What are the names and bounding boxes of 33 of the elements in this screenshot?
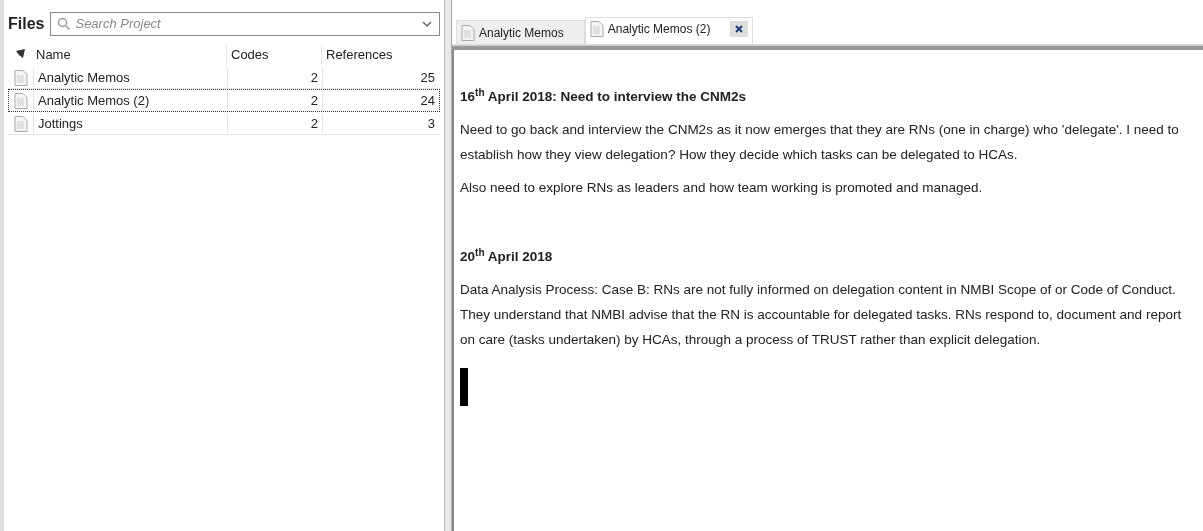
codes-cell: 2 (227, 113, 322, 134)
file-row[interactable]: Analytic Memos 2 25 (8, 66, 440, 89)
memo-paragraph: Need to go back and interview the CNM2s as it now emerges that they are RNs (one in charge) who 'delegate'. I need to establish how they view delegation? How they decide which tasks can be delegated to HCAs. (460, 121, 1180, 164)
references-cell: 25 (322, 67, 439, 88)
panel-title: Files (8, 14, 45, 34)
search-icon (57, 17, 72, 31)
codes-cell: 2 (227, 90, 322, 111)
file-row[interactable]: Analytic Memos (2) 2 24 (8, 89, 440, 112)
document-icon (461, 24, 475, 41)
memo-paragraph: Data Analysis Process: Case B: RNs are not fully informed on delegation content in NMBI Scope of or Code of Conduct. They understand that NMBI advise that the RN is accountable for delegated tasks. RNs respond to, document and report on care (tasks undertaken) by HCAs, through a process of TRUST rather than explicit delegation. (460, 281, 1183, 349)
search-field[interactable]: Search Project (75, 14, 417, 34)
column-header[interactable]: Name (32, 45, 226, 65)
codes-cell: 2 (227, 67, 322, 88)
search-box[interactable]: Search Project (50, 12, 440, 36)
memo-heading: 20$^{th}$ April 2018 (460, 245, 554, 266)
document-tab[interactable]: Analytic Memos (2) (584, 17, 754, 44)
column-header[interactable]: References (321, 45, 440, 65)
name-cell: Analytic Memos (33, 67, 227, 88)
chevron-down-icon (421, 20, 433, 28)
document-icon (14, 69, 28, 86)
memo-heading: 16$^{th}$ April 2018: Need to interview the CNM2s (460, 85, 747, 106)
close-icon[interactable] (730, 21, 749, 37)
memo-paragraph: Also need to explore RNs as leaders and how team working is promoted and managed. (460, 179, 984, 197)
file-row[interactable]: Jottings 2 3 (8, 112, 440, 135)
references-cell: 3 (322, 113, 439, 134)
document-icon (14, 115, 28, 132)
name-cell: Jottings (33, 113, 227, 134)
document-icon (14, 92, 28, 109)
document-tab[interactable]: Analytic Memos (456, 20, 585, 44)
column-header[interactable]: Codes (226, 45, 321, 65)
name-cell: Analytic Memos (2) (33, 90, 227, 111)
document-icon (589, 21, 604, 37)
references-cell: 24 (322, 90, 439, 111)
